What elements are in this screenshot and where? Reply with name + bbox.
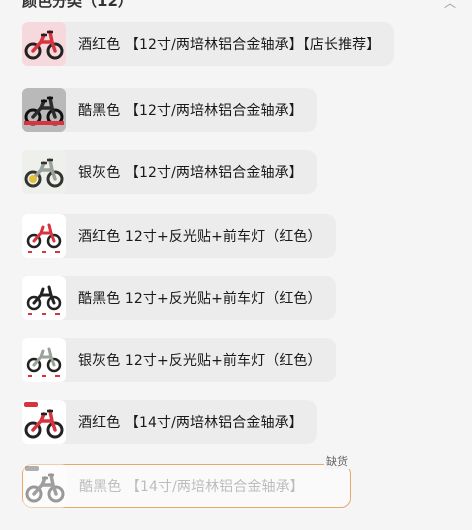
sku-header: 颜色分类（12） ︿ — [22, 0, 472, 12]
sku-group-title: 颜色分类（12） — [22, 0, 133, 10]
color-option[interactable]: 酒红色 【12寸/两培林铝合金轴承】【店长推荐】 — [22, 22, 395, 66]
bike-icon — [24, 30, 64, 60]
bike-icon — [26, 285, 62, 315]
color-option-label: 酒红色 【14寸/两培林铝合金轴承】 — [78, 415, 303, 431]
color-option-label: 酒红色 12寸+反光贴+前车灯（红色） — [78, 229, 322, 245]
bike-thumbnail — [22, 150, 66, 194]
color-option[interactable]: 酒红色 12寸+反光贴+前车灯（红色） — [22, 214, 336, 258]
bike-icon — [26, 347, 62, 377]
bike-icon — [25, 466, 65, 503]
bike-icon — [26, 223, 62, 253]
color-option-label: 酒红色 【12寸/两培林铝合金轴承】【店长推荐】 — [78, 37, 381, 53]
color-option[interactable]: 银灰色 12寸+反光贴+前车灯（红色） — [22, 338, 336, 382]
bike-icon — [24, 96, 64, 126]
color-option-label: 银灰色 12寸+反光贴+前车灯（红色） — [78, 353, 322, 369]
bike-thumbnail — [22, 338, 66, 382]
color-option[interactable]: 银灰色 【12寸/两培林铝合金轴承】 — [22, 150, 317, 194]
color-option[interactable]: 酒红色 【14寸/两培林铝合金轴承】 — [22, 400, 317, 444]
bike-thumbnail — [22, 88, 66, 132]
color-option[interactable]: 酷黑色 12寸+反光贴+前车灯（红色） — [22, 276, 336, 320]
color-option-label: 酷黑色 【14寸/两培林铝合金轴承】 — [79, 479, 304, 495]
bike-thumbnail — [22, 276, 66, 320]
color-option-label: 银灰色 【12寸/两培林铝合金轴承】 — [78, 165, 303, 181]
bike-thumbnail — [22, 400, 66, 444]
bike-thumbnail — [22, 214, 66, 258]
bike-icon — [24, 158, 64, 188]
out-of-stock-badge: 缺货 — [324, 455, 350, 469]
chevron-up-icon[interactable]: ︿ — [444, 0, 456, 11]
bike-thumbnail — [23, 464, 67, 508]
color-option-out-of-stock[interactable]: 酷黑色 【14寸/两培林铝合金轴承】 缺货 — [22, 455, 351, 508]
bike-icon — [24, 402, 64, 439]
color-option[interactable]: 酷黑色 【12寸/两培林铝合金轴承】 — [22, 88, 317, 132]
color-option-label: 酷黑色 12寸+反光贴+前车灯（红色） — [78, 291, 322, 307]
bike-thumbnail — [22, 22, 66, 66]
color-option-label: 酷黑色 【12寸/两培林铝合金轴承】 — [78, 103, 303, 119]
